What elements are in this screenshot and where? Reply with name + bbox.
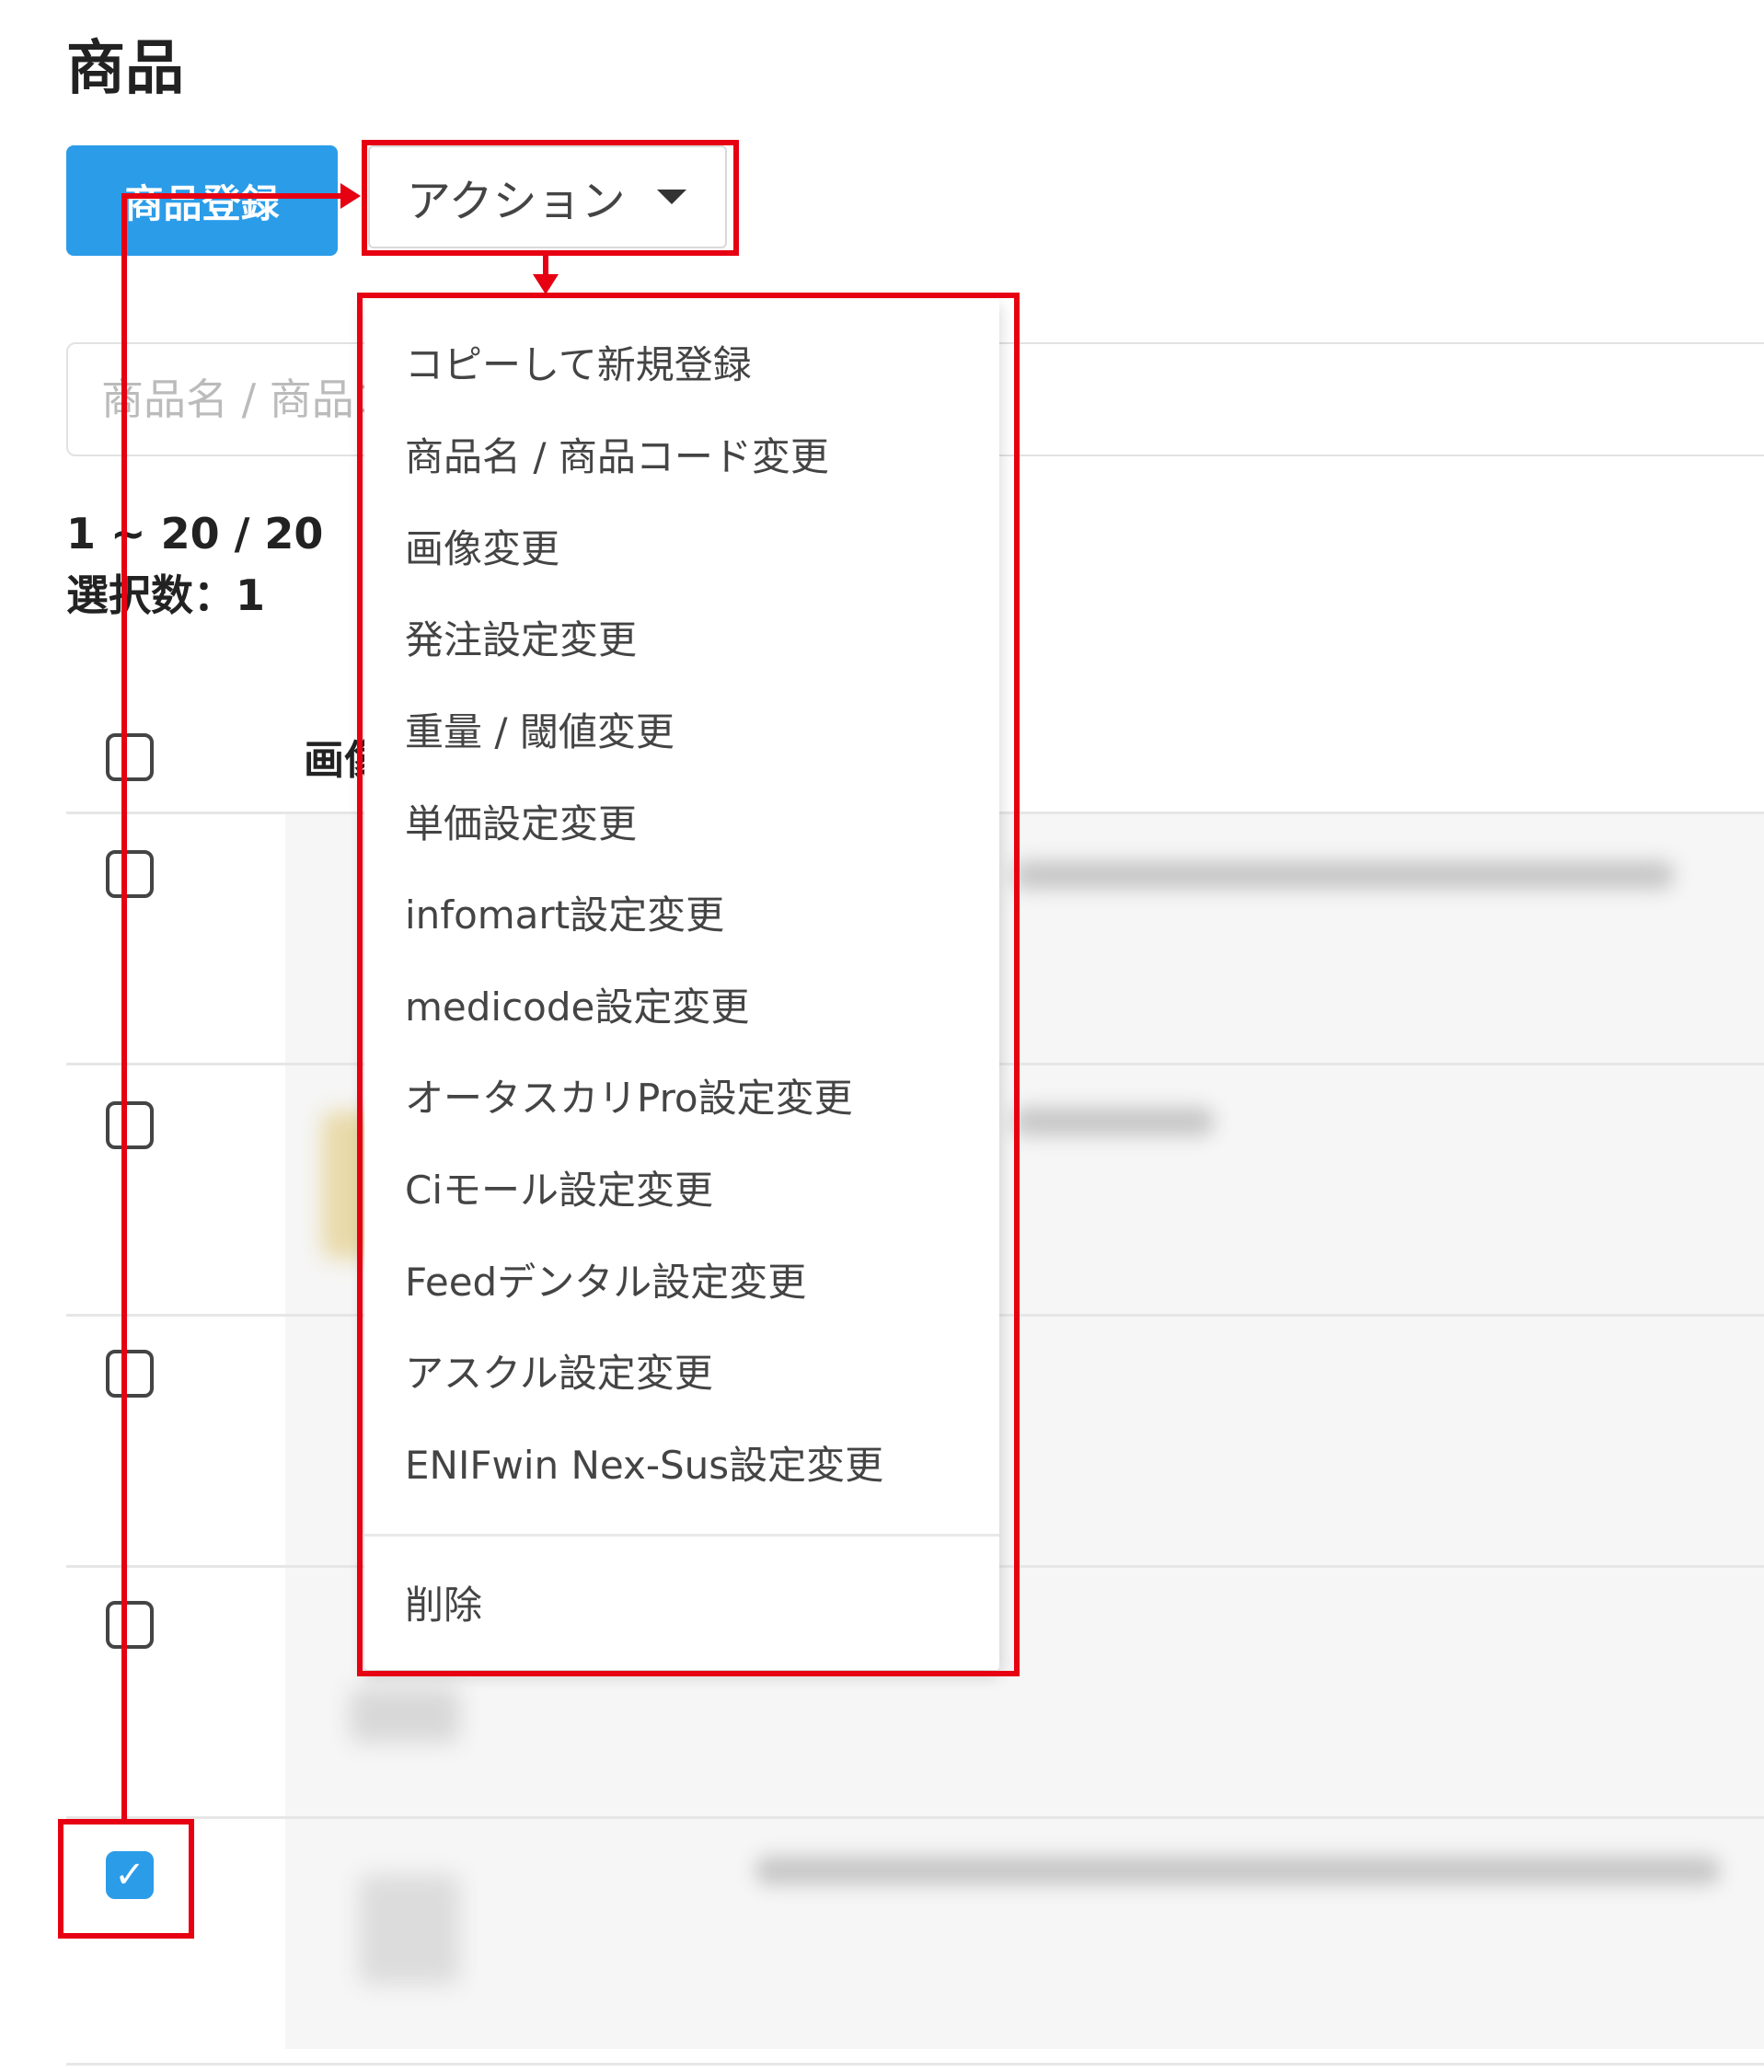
table-row xyxy=(285,1819,1764,2049)
arrow-right-icon xyxy=(340,183,361,209)
annotation-connector-down xyxy=(543,256,548,276)
annotation-highlight-action-button xyxy=(362,140,739,256)
page-title: 商品 xyxy=(66,35,184,103)
row-checkbox[interactable] xyxy=(106,1601,154,1649)
row-checkbox[interactable] xyxy=(106,1101,154,1149)
row-checkbox[interactable] xyxy=(106,850,154,898)
annotation-connector-vertical xyxy=(121,193,127,1822)
annotation-highlight-checked-row xyxy=(58,1819,194,1939)
row-checkbox[interactable] xyxy=(106,1350,154,1398)
select-all-checkbox[interactable] xyxy=(106,733,154,781)
annotation-highlight-action-menu xyxy=(357,293,1020,1676)
result-count: 1 ~ 20 / 20 xyxy=(66,509,324,558)
register-product-button[interactable]: 商品登録 xyxy=(66,145,338,256)
annotation-connector-horizontal xyxy=(121,193,342,199)
selected-count: 選択数：1 xyxy=(66,570,266,620)
arrow-down-icon xyxy=(533,274,559,294)
row-divider xyxy=(66,2063,1764,2066)
